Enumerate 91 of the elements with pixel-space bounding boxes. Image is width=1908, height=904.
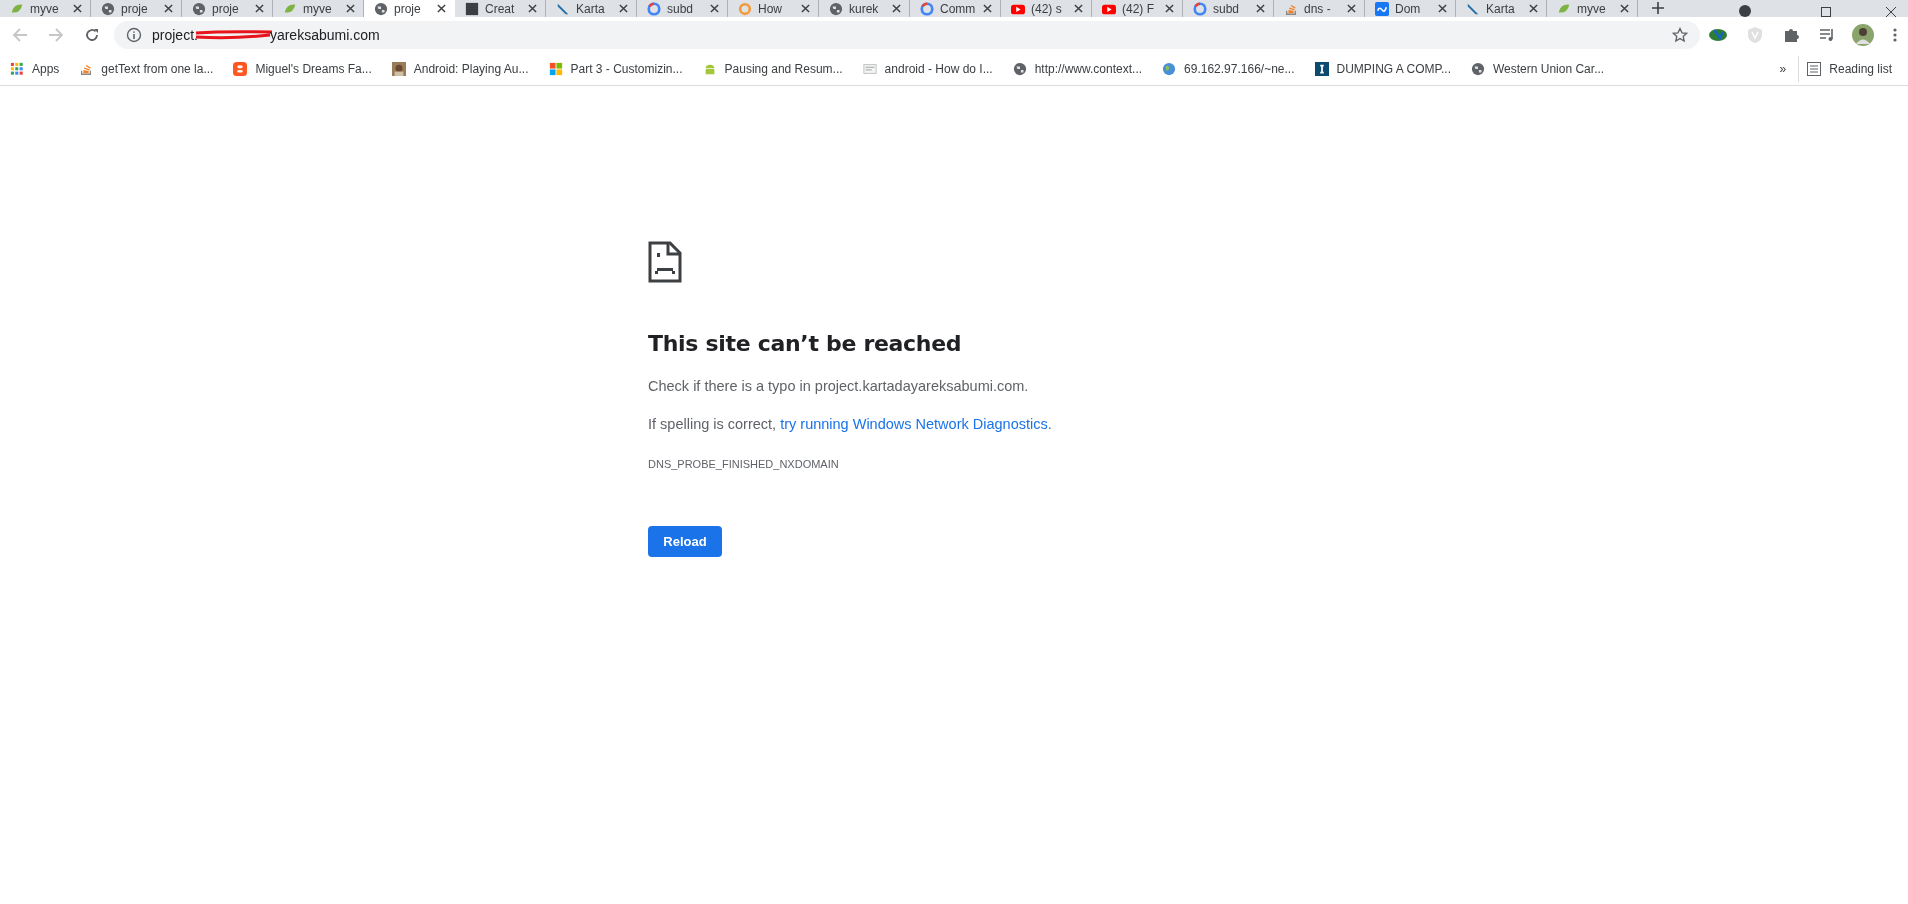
list-icon <box>1807 62 1822 76</box>
bookmark-link[interactable]: Part 3 - Customizin... <box>540 56 691 82</box>
bookmark-link[interactable]: Android: Playing Au... <box>383 56 537 82</box>
download-manager-icon[interactable] <box>1708 26 1728 44</box>
close-icon[interactable] <box>255 4 264 13</box>
close-icon[interactable] <box>1886 7 1896 17</box>
close-icon[interactable] <box>1620 4 1629 13</box>
earth-icon <box>1162 62 1177 76</box>
browser-tab[interactable]: (42) F <box>1092 0 1183 17</box>
reading-list-button[interactable]: Reading list <box>1798 56 1900 82</box>
blog-icon <box>233 62 248 76</box>
avatar-icon[interactable] <box>1852 24 1874 46</box>
arrow-left-icon <box>12 27 28 43</box>
error-message: Check if there is a typo in project.kartadayareksabumi.com. <box>648 378 1029 394</box>
bookmark-link[interactable]: Pausing and Resum... <box>694 56 851 82</box>
close-icon[interactable] <box>983 4 992 13</box>
sad-page-icon <box>648 241 682 283</box>
close-icon[interactable] <box>1074 4 1083 13</box>
bookmark-link[interactable]: android - How do I... <box>854 56 1001 82</box>
puzzle-icon[interactable] <box>1782 26 1800 44</box>
diagnostics-link[interactable]: try running Windows Network Diagnostics <box>780 416 1048 432</box>
close-icon[interactable] <box>1529 4 1538 13</box>
close-icon[interactable] <box>164 4 173 13</box>
new-tab-icon[interactable] <box>1652 2 1664 14</box>
g-icon <box>1193 1 1207 16</box>
g-icon <box>647 1 661 16</box>
close-icon[interactable] <box>73 4 82 13</box>
close-icon[interactable] <box>346 4 355 13</box>
browser-tab[interactable]: How <box>728 0 819 17</box>
maximize-icon[interactable] <box>1821 7 1831 17</box>
close-icon[interactable] <box>1165 4 1174 13</box>
error-code: DNS_PROBE_FINISHED_NXDOMAIN <box>648 458 839 470</box>
g-icon <box>920 1 934 16</box>
close-icon[interactable] <box>619 4 628 13</box>
browser-tab[interactable]: Karta <box>546 0 637 17</box>
feather-icon <box>556 1 570 16</box>
apps-grid-icon <box>10 62 24 76</box>
browser-tab[interactable]: Dom <box>1365 0 1456 17</box>
close-icon[interactable] <box>892 4 901 13</box>
windows-icon <box>548 62 563 76</box>
letter-icon <box>1314 62 1329 76</box>
bookmark-link[interactable]: Western Union Car... <box>1462 56 1613 82</box>
menu-icon[interactable] <box>1892 27 1898 43</box>
browser-tab[interactable]: Creat <box>455 0 546 17</box>
bookmark-link[interactable]: Apps <box>2 56 68 82</box>
bookmark-link[interactable]: http://www.context... <box>1004 56 1151 82</box>
globe-icon <box>1012 62 1027 76</box>
browser-tab[interactable]: Karta <box>1456 0 1547 17</box>
url-text: yareksabumi.com <box>269 27 380 43</box>
browser-tab[interactable]: Comm <box>910 0 1001 17</box>
address-bar[interactable]: project. yareksabumi.com <box>114 21 1700 49</box>
bookmark-link[interactable]: Miguel's Dreams Fa... <box>225 56 380 82</box>
close-icon[interactable] <box>1438 4 1447 13</box>
browser-tab[interactable]: proje <box>364 0 455 17</box>
browser-tab[interactable]: subd <box>637 0 728 17</box>
info-icon[interactable] <box>126 27 142 43</box>
star-icon[interactable] <box>1672 27 1688 43</box>
more-bookmarks-button[interactable]: » <box>1771 56 1795 82</box>
stack-icon <box>79 62 94 76</box>
close-icon[interactable] <box>801 4 810 13</box>
browser-tab[interactable]: proje <box>91 0 182 17</box>
ring-icon <box>738 1 752 16</box>
reload-button[interactable]: Reload <box>648 526 722 557</box>
close-icon[interactable] <box>437 4 446 13</box>
browser-tab[interactable]: kurek <box>819 0 910 17</box>
error-suggestion: If spelling is correct, try running Windows Network Diagnostics. <box>648 416 1052 432</box>
feather-icon <box>1466 1 1480 16</box>
browser-tab[interactable]: subd <box>1183 0 1274 17</box>
browser-tab[interactable]: myve <box>1547 0 1638 17</box>
bookmark-link[interactable]: getText from one la... <box>71 56 222 82</box>
arrow-right-icon <box>48 27 64 43</box>
globe-icon <box>1470 62 1485 76</box>
refresh-icon <box>84 27 100 43</box>
close-icon[interactable] <box>1256 4 1265 13</box>
globe-icon <box>374 1 388 16</box>
url-text: project. <box>152 27 198 43</box>
media-queue-icon[interactable] <box>1818 26 1836 44</box>
profile-dot-icon[interactable] <box>1739 5 1751 17</box>
browser-tab[interactable]: myve <box>0 0 91 17</box>
browser-tab[interactable]: proje <box>182 0 273 17</box>
wave-icon <box>1375 1 1389 16</box>
browser-tab[interactable]: (42) s <box>1001 0 1092 17</box>
square-icon <box>465 1 479 16</box>
close-icon[interactable] <box>528 4 537 13</box>
bookmark-link[interactable]: 69.162.97.166/~ne... <box>1154 56 1303 82</box>
bookmark-link[interactable]: DUMPING A COMP... <box>1306 56 1459 82</box>
error-title: This site can’t be reached <box>648 331 962 356</box>
browser-tab[interactable]: dns - <box>1274 0 1365 17</box>
close-icon[interactable] <box>710 4 719 13</box>
close-icon[interactable] <box>1347 4 1356 13</box>
document-icon <box>862 62 877 76</box>
